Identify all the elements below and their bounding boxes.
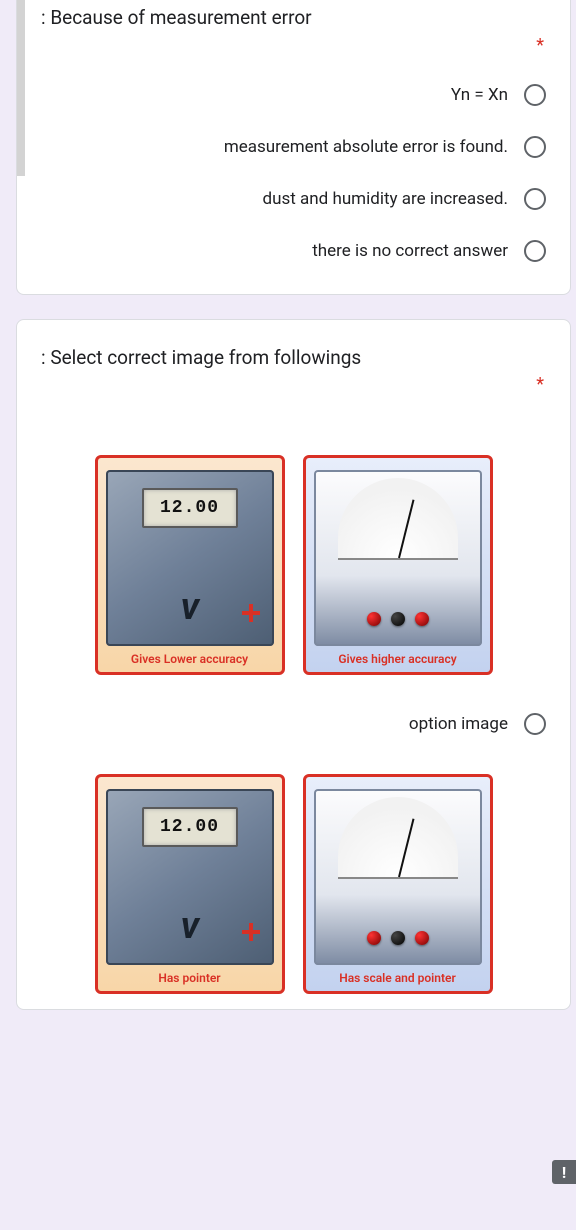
lcd-display: 12.00 (142, 488, 238, 528)
plus-icon (242, 604, 260, 622)
voltmeter-v-icon: V (181, 593, 199, 626)
analog-meter-body (314, 470, 482, 646)
knob-icon (415, 612, 429, 626)
option-label: Yn = Xn (451, 85, 508, 105)
option-row[interactable]: dust and humidity are increased. (41, 188, 546, 210)
knobs-row (314, 602, 482, 636)
radio-icon[interactable] (524, 713, 546, 735)
option-row[interactable]: option image (41, 713, 546, 735)
question-card-1: : Because of measurement error * Yn = Xn… (16, 0, 571, 295)
question-title: : Select correct image from followings (41, 344, 546, 373)
alert-icon[interactable]: ! (552, 1160, 576, 1184)
needle-icon (398, 500, 414, 559)
image-option-frame: 12.00 V Gives Lower accuracy (84, 435, 504, 695)
image-caption: Has scale and pointer (339, 971, 456, 985)
options-group: Yn = Xn measurement absolute error is fo… (41, 84, 546, 262)
digital-meter-body: 12.00 V (106, 470, 274, 646)
knob-icon (415, 931, 429, 945)
option-row[interactable]: Yn = Xn (41, 84, 546, 106)
analog-dial (338, 797, 458, 879)
required-marker: * (41, 35, 544, 56)
digital-meter-image: 12.00 V Gives Lower accuracy (95, 455, 285, 675)
plus-icon (242, 923, 260, 941)
option-row[interactable]: measurement absolute error is found. (41, 136, 546, 158)
option-label: measurement absolute error is found. (224, 137, 508, 157)
question-card-2: : Select correct image from followings *… (16, 319, 571, 1011)
radio-icon[interactable] (524, 136, 546, 158)
alert-glyph: ! (562, 1163, 566, 1182)
image-option: 12.00 V Has pointer (41, 769, 546, 999)
digital-meter-image: 12.00 V Has pointer (95, 774, 285, 994)
image-caption: Gives Lower accuracy (131, 652, 248, 666)
option-label: there is no correct answer (312, 241, 508, 261)
analog-meter-body (314, 789, 482, 965)
card-side-indicator (17, 0, 25, 176)
required-marker: * (41, 374, 544, 395)
knob-icon (367, 612, 381, 626)
radio-icon[interactable] (524, 188, 546, 210)
question-title: : Because of measurement error (41, 4, 546, 33)
radio-icon[interactable] (524, 84, 546, 106)
lcd-display: 12.00 (142, 807, 238, 847)
analog-dial (338, 478, 458, 560)
analog-meter-image: Has scale and pointer (303, 774, 493, 994)
option-label: option image (409, 714, 508, 734)
analog-meter-image: Gives higher accuracy (303, 455, 493, 675)
radio-icon[interactable] (524, 240, 546, 262)
image-option-frame: 12.00 V Has pointer (84, 769, 504, 999)
question-title-text: : Select correct image from followings (41, 346, 361, 369)
image-caption: Gives higher accuracy (338, 652, 456, 666)
knobs-row (314, 921, 482, 955)
image-caption: Has pointer (158, 971, 220, 985)
needle-icon (398, 819, 414, 878)
option-row[interactable]: there is no correct answer (41, 240, 546, 262)
knob-icon (367, 931, 381, 945)
image-option: 12.00 V Gives Lower accuracy (41, 435, 546, 695)
option-label: dust and humidity are increased. (263, 189, 509, 209)
question-title-text: : Because of measurement error (41, 6, 312, 29)
knob-icon (391, 931, 405, 945)
knob-icon (391, 612, 405, 626)
voltmeter-v-icon: V (181, 912, 199, 945)
digital-meter-body: 12.00 V (106, 789, 274, 965)
